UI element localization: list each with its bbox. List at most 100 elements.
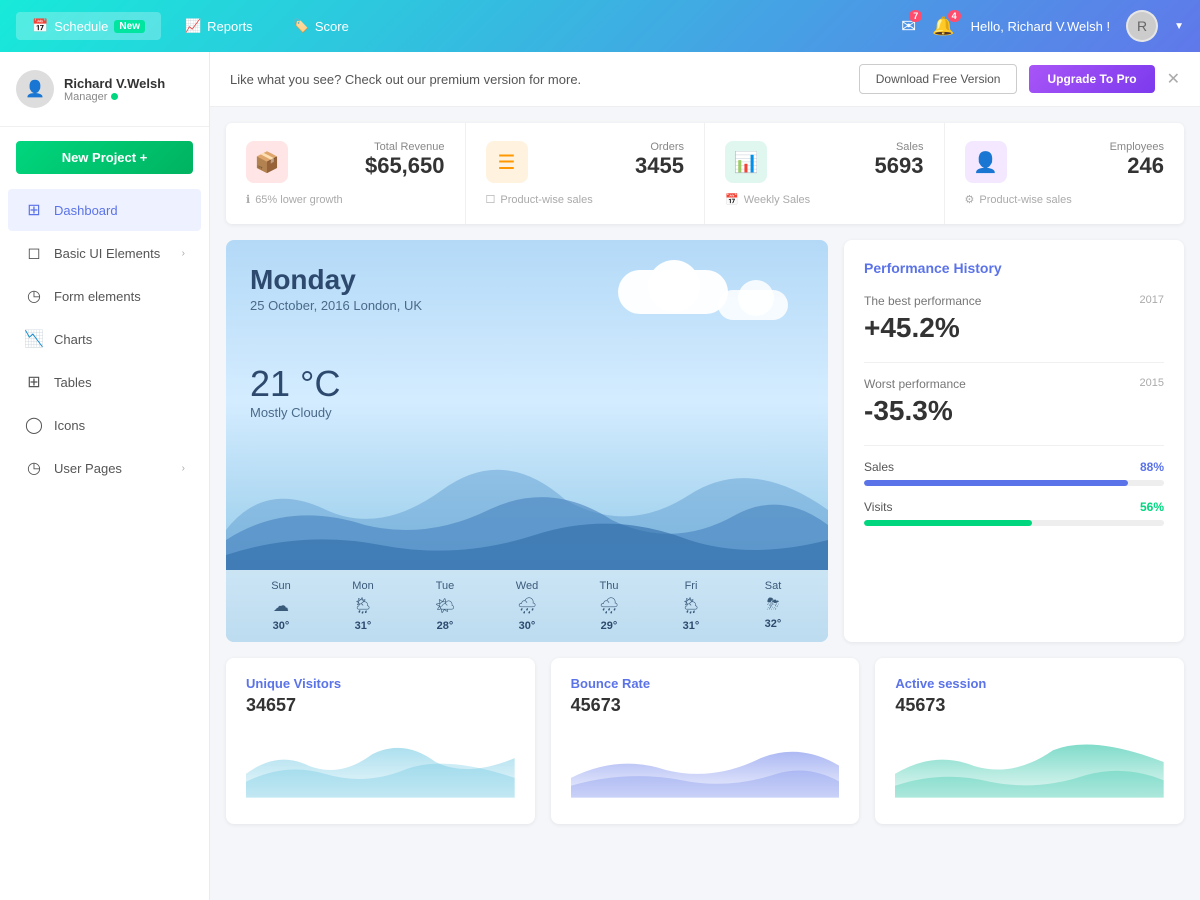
- bounce-rate-chart: [571, 726, 840, 806]
- mid-row: Monday 25 October, 2016 London, UK 21 °C…: [226, 240, 1184, 642]
- performance-card: Performance History The best performance…: [844, 240, 1184, 642]
- active-session-card: Active session 45673: [875, 658, 1184, 824]
- sales-progress-bar: [864, 480, 1164, 486]
- banner-text: Like what you see? Check out our premium…: [230, 72, 847, 87]
- alerts-count: 4: [948, 10, 961, 22]
- notifications-count: 7: [909, 10, 922, 22]
- forecast-thu: Thu 🌧 29°: [570, 580, 648, 632]
- main-layout: 👤 Richard V.Welsh Manager New Project + …: [0, 52, 1200, 900]
- sidebar-item-form-elements[interactable]: ◷ Form elements: [8, 275, 201, 317]
- promo-banner: Like what you see? Check out our premium…: [210, 52, 1200, 107]
- reports-label: Reports: [207, 19, 253, 34]
- new-project-button[interactable]: New Project +: [16, 141, 193, 174]
- sidebar-item-user-pages[interactable]: ◷ User Pages ›: [8, 447, 201, 489]
- form-icon: ◷: [24, 286, 44, 306]
- visits-progress-label: Visits 56%: [864, 500, 1164, 514]
- main-content: Like what you see? Check out our premium…: [210, 52, 1200, 900]
- sidebar-item-tables[interactable]: ⊞ Tables: [8, 361, 201, 403]
- performance-title: Performance History: [864, 260, 1164, 276]
- profile-role: Manager: [64, 91, 165, 103]
- revenue-footer-text: 65% lower growth: [255, 194, 342, 206]
- chevron-down-icon: ▼: [1174, 21, 1184, 32]
- basic-ui-icon: ◻: [24, 243, 44, 263]
- icons-nav-icon: ◯: [24, 415, 44, 435]
- sidebar-item-label: Form elements: [54, 289, 141, 304]
- notifications-button[interactable]: ✉ 7: [901, 16, 916, 37]
- sales-pct: 88%: [1140, 460, 1164, 474]
- visits-pct: 56%: [1140, 500, 1164, 514]
- stat-card-employees: 👤 Employees 246 ⚙ Product-wise sales: [945, 123, 1185, 224]
- best-performance-metric: The best performance 2017 +45.2%: [864, 294, 1164, 344]
- progress-section: Sales 88% Visits 56%: [864, 460, 1164, 526]
- top-navigation: 📅 Schedule New 📈 Reports 🏷️ Score ✉ 7 🔔 …: [0, 0, 1200, 52]
- mountain-illustration: [226, 440, 828, 570]
- schedule-label: Schedule: [54, 19, 108, 34]
- visits-progress-row: Visits 56%: [864, 500, 1164, 526]
- sun-cloud-icon: ☁: [242, 596, 320, 616]
- sidebar-item-label: Charts: [54, 332, 92, 347]
- forecast-mon: Mon 🌦 31°: [324, 580, 402, 632]
- greeting-text: Hello, Richard V.Welsh !: [971, 19, 1110, 34]
- sidebar-item-dashboard[interactable]: ⊞ Dashboard: [8, 189, 201, 231]
- nav-tab-score[interactable]: 🏷️ Score: [277, 12, 365, 40]
- avatar: 👤: [16, 70, 54, 108]
- charts-icon: 📉: [24, 329, 44, 349]
- info-icon: ℹ: [246, 193, 250, 206]
- worst-year: 2015: [1140, 377, 1164, 389]
- sidebar-item-label: Tables: [54, 375, 92, 390]
- sidebar-profile: 👤 Richard V.Welsh Manager: [0, 52, 209, 127]
- sales-progress-row: Sales 88%: [864, 460, 1164, 486]
- sidebar-item-label: User Pages: [54, 461, 122, 476]
- user-avatar[interactable]: R: [1126, 10, 1158, 42]
- revenue-icon: 📦: [246, 141, 288, 183]
- active-session-value: 45673: [895, 695, 1164, 716]
- worst-performance-metric: Worst performance 2015 -35.3%: [864, 377, 1164, 427]
- best-perf-label: The best performance 2017: [864, 294, 1164, 308]
- sidebar-item-icons[interactable]: ◯ Icons: [8, 404, 201, 446]
- calendar-icon: 📅: [725, 193, 739, 206]
- rain-icon: 🌦: [324, 596, 402, 616]
- revenue-footer: ℹ 65% lower growth: [246, 193, 445, 206]
- alerts-button[interactable]: 🔔 4: [932, 16, 954, 37]
- stats-row: 📦 Total Revenue $65,650 ℹ 65% lower grow…: [226, 123, 1184, 224]
- stat-card-revenue: 📦 Total Revenue $65,650 ℹ 65% lower grow…: [226, 123, 466, 224]
- weather-forecast: Sun ☁ 30° Mon 🌦 31° Tue 🌤 28°: [226, 570, 828, 642]
- worst-perf-label: Worst performance 2015: [864, 377, 1164, 391]
- role-label: Manager: [64, 91, 107, 103]
- forecast-fri: Fri 🌦 31°: [652, 580, 730, 632]
- revenue-label: Total Revenue: [302, 141, 445, 153]
- online-indicator: [111, 93, 118, 100]
- forecast-sat: Sat ⛈ 32°: [734, 580, 812, 632]
- avatar-initial: R: [1137, 18, 1147, 34]
- score-icon: 🏷️: [293, 18, 309, 34]
- sidebar-item-charts[interactable]: 📉 Charts: [8, 318, 201, 360]
- download-free-button[interactable]: Download Free Version: [859, 64, 1018, 94]
- visits-bar-fill: [864, 520, 1032, 526]
- nav-right-section: ✉ 7 🔔 4 Hello, Richard V.Welsh ! R ▼: [901, 10, 1184, 42]
- reports-icon: 📈: [185, 18, 201, 34]
- nav-tab-schedule[interactable]: 📅 Schedule New: [16, 12, 161, 40]
- sidebar-item-basic-ui[interactable]: ◻ Basic UI Elements ›: [8, 232, 201, 274]
- employees-icon: 👤: [965, 141, 1007, 183]
- close-icon[interactable]: ✕: [1167, 69, 1180, 89]
- best-year: 2017: [1140, 294, 1164, 306]
- fri-icon: 🌦: [652, 596, 730, 616]
- partly-cloudy-icon: 🌤: [406, 596, 484, 616]
- worst-value: -35.3%: [864, 395, 1164, 427]
- forecast-tue: Tue 🌤 28°: [406, 580, 484, 632]
- employees-value: 246: [1021, 153, 1165, 179]
- sidebar-item-label: Icons: [54, 418, 85, 433]
- user-pages-icon: ◷: [24, 458, 44, 478]
- sales-footer: 📅 Weekly Sales: [725, 193, 924, 206]
- nav-tab-reports[interactable]: 📈 Reports: [169, 12, 269, 40]
- upgrade-pro-button[interactable]: Upgrade To Pro: [1029, 65, 1154, 93]
- active-session-chart: [895, 726, 1164, 806]
- sales-bar-fill: [864, 480, 1128, 486]
- active-session-title: Active session: [895, 676, 1164, 691]
- weather-temperature: 21 °C: [226, 363, 828, 405]
- checkbox-icon: ☐: [486, 193, 496, 206]
- visits-progress-bar: [864, 520, 1164, 526]
- sidebar: 👤 Richard V.Welsh Manager New Project + …: [0, 52, 210, 900]
- sales-icon: 📊: [725, 141, 767, 183]
- unique-visitors-value: 34657: [246, 695, 515, 716]
